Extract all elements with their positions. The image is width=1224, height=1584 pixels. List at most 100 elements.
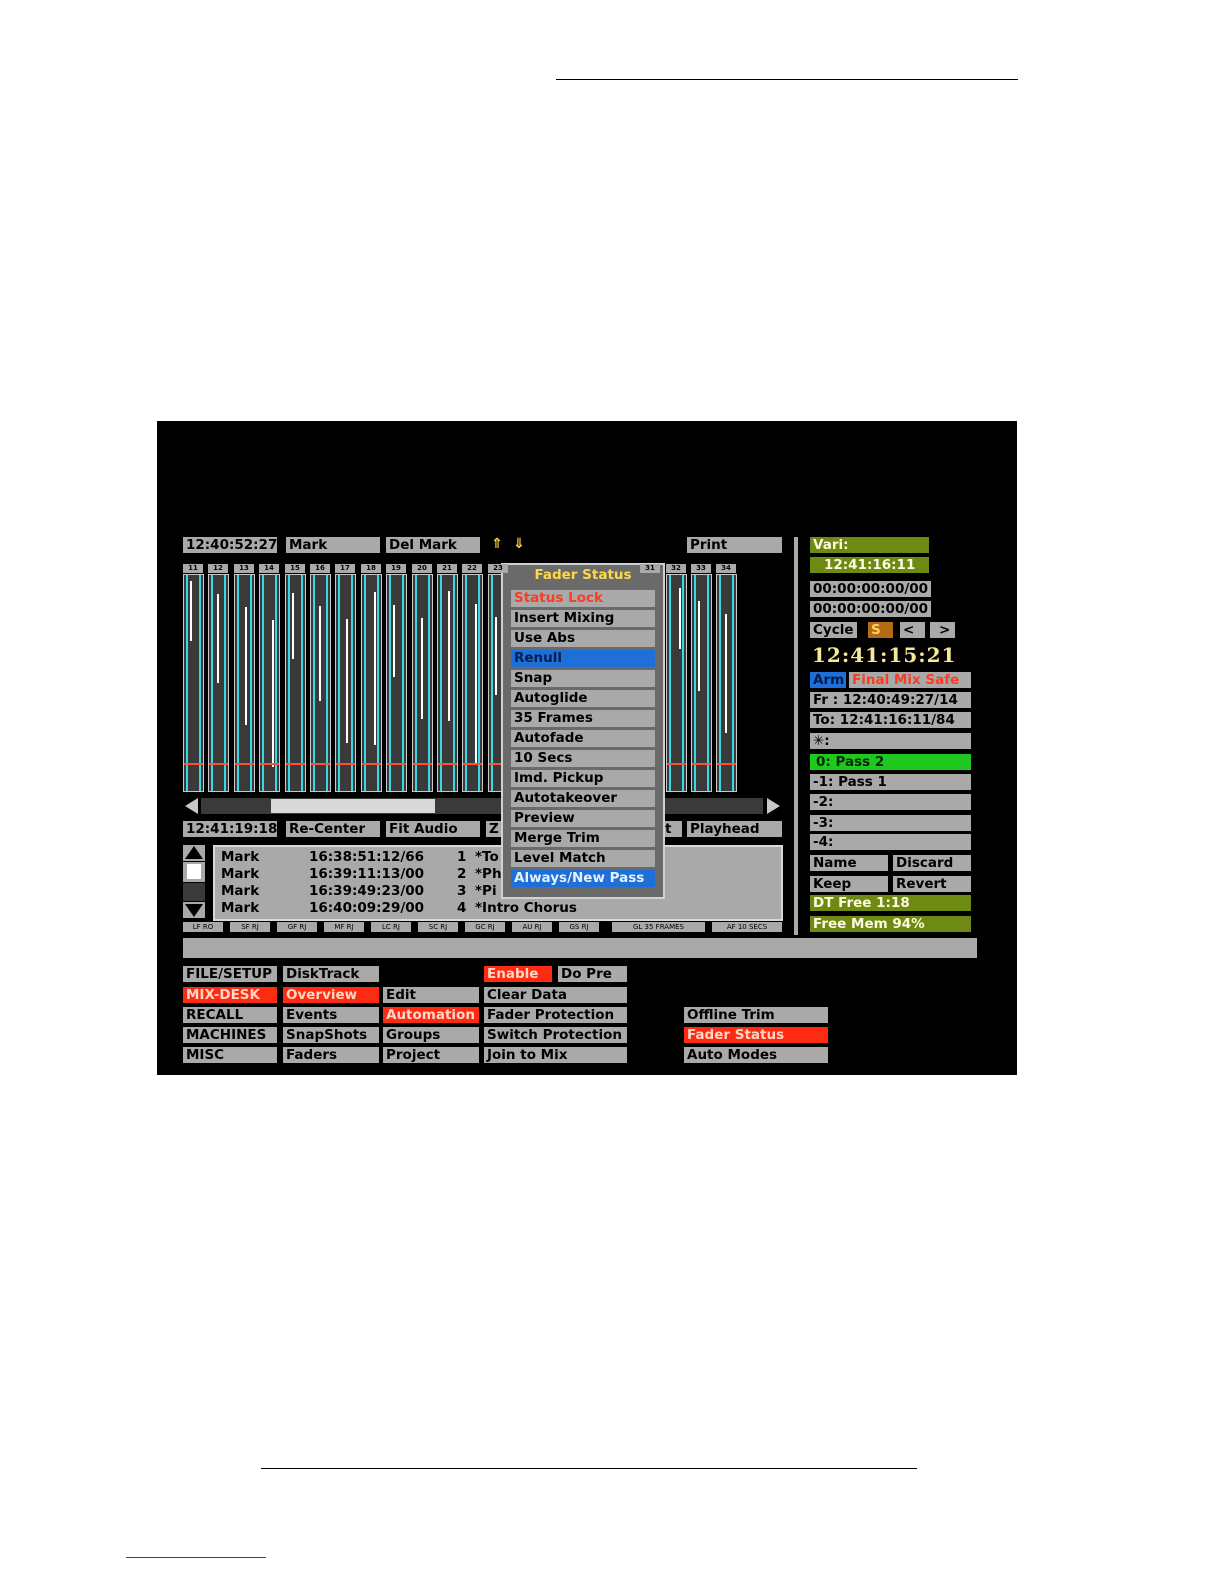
mark-button[interactable]: Mark — [286, 537, 380, 553]
menu-item-autoglide[interactable]: Autoglide — [511, 690, 655, 707]
menu-automation[interactable]: Automation — [383, 1007, 479, 1023]
name-button[interactable]: Name — [810, 855, 888, 871]
star-pass[interactable]: ✳: — [810, 733, 971, 749]
list-scroll-track[interactable] — [183, 883, 205, 901]
right-scroll-arrow-icon[interactable] — [767, 798, 780, 814]
discard-button[interactable]: Discard — [893, 855, 971, 871]
menu-item-merge-trim[interactable]: Merge Trim — [511, 830, 655, 847]
menu-file-setup[interactable]: FILE/SETUP — [183, 966, 277, 982]
partial-button[interactable]: t — [662, 821, 682, 837]
menu-misc[interactable]: MISC — [183, 1047, 277, 1063]
switch-protection-button[interactable]: Switch Protection — [484, 1027, 627, 1043]
fader-level-line — [364, 575, 366, 791]
track-number: 18 — [361, 564, 381, 573]
menu-item-use-abs[interactable]: Use Abs — [511, 630, 655, 647]
enable-button[interactable]: Enable — [484, 966, 552, 982]
fader-track[interactable] — [666, 574, 687, 792]
fader-track[interactable] — [335, 574, 356, 792]
s-button[interactable]: S — [868, 622, 893, 638]
print-button[interactable]: Print — [687, 537, 782, 553]
recenter-button[interactable]: Re-Center — [286, 821, 380, 837]
pass-0[interactable]: 0: Pass 2 — [810, 754, 971, 770]
keep-button[interactable]: Keep — [810, 876, 888, 892]
del-mark-button[interactable]: Del Mark — [386, 537, 480, 553]
fader-track[interactable] — [234, 574, 255, 792]
fader-track[interactable] — [310, 574, 331, 792]
fader-track[interactable] — [462, 574, 483, 792]
left-scroll-arrow-icon[interactable] — [185, 798, 198, 814]
fader-track[interactable] — [208, 574, 229, 792]
menu-machines[interactable]: MACHINES — [183, 1027, 277, 1043]
list-scroll-down-icon[interactable] — [183, 902, 205, 918]
menu-item-snap[interactable]: Snap — [511, 670, 655, 687]
menu-recall[interactable]: RECALL — [183, 1007, 277, 1023]
cycle-next-button[interactable]: > — [930, 622, 955, 638]
fader-track[interactable] — [259, 574, 280, 792]
menu-edit[interactable]: Edit — [383, 987, 479, 1003]
menu-faders[interactable]: Faders — [283, 1047, 379, 1063]
track-number: 20 — [412, 564, 432, 573]
fader-track[interactable] — [691, 574, 712, 792]
mark-index: 3 — [457, 883, 467, 899]
menu-item-10-secs[interactable]: 10 Secs — [511, 750, 655, 767]
scrollbar-thumb[interactable] — [271, 799, 435, 813]
list-scroll-up-icon[interactable] — [183, 845, 205, 861]
menu-item-autofade[interactable]: Autofade — [511, 730, 655, 747]
fader-status-button[interactable]: Fader Status — [684, 1027, 828, 1043]
do-pre-button[interactable]: Do Pre — [558, 966, 627, 982]
mark-index: 4 — [457, 900, 467, 916]
status-lc: LC RJ — [371, 922, 411, 932]
menu-disktrack[interactable]: DiskTrack — [283, 966, 379, 982]
footer-link-underline — [126, 1557, 266, 1558]
fader-track[interactable] — [716, 574, 737, 792]
menu-item-renull[interactable]: Renull — [511, 650, 655, 667]
fader-track[interactable] — [361, 574, 382, 792]
menu-item-preview[interactable]: Preview — [511, 810, 655, 827]
menu-item-level-match[interactable]: Level Match — [511, 850, 655, 867]
mark-time: 16:39:49:23/00 — [309, 883, 425, 899]
track-number: 21 — [437, 564, 457, 573]
mark-name: *Intro Chorus — [475, 900, 577, 916]
fader-level-line — [428, 575, 430, 791]
menu-item-status-lock[interactable]: Status Lock — [511, 590, 655, 607]
menu-item-35-frames[interactable]: 35 Frames — [511, 710, 655, 727]
menu-events[interactable]: Events — [283, 1007, 379, 1023]
arm-button[interactable]: Arm — [810, 672, 846, 688]
menu-groups[interactable]: Groups — [383, 1027, 479, 1043]
auto-modes-button[interactable]: Auto Modes — [684, 1047, 828, 1063]
menu-item-always-new-pass[interactable]: Always/New Pass — [511, 870, 655, 887]
fit-audio-button[interactable]: Fit Audio — [386, 821, 480, 837]
menu-mix-desk[interactable]: MIX-DESK — [183, 987, 277, 1003]
up-arrow-icon[interactable]: ⇑ — [491, 536, 503, 552]
menu-item-imd-pickup[interactable]: Imd. Pickup — [511, 770, 655, 787]
fader-track[interactable] — [386, 574, 407, 792]
pass-minus-2[interactable]: -2: — [810, 794, 971, 810]
fader-track[interactable] — [412, 574, 433, 792]
fader-track[interactable] — [285, 574, 306, 792]
playhead-button[interactable]: Playhead — [687, 821, 782, 837]
down-arrow-icon[interactable]: ⇓ — [513, 536, 525, 552]
menu-project[interactable]: Project — [383, 1047, 479, 1063]
fader-track[interactable] — [437, 574, 458, 792]
pass-minus-3[interactable]: -3: — [810, 815, 971, 831]
menu-item-insert-mixing[interactable]: Insert Mixing — [511, 610, 655, 627]
revert-button[interactable]: Revert — [893, 876, 971, 892]
clear-data-button[interactable]: Clear Data — [484, 987, 627, 1003]
fader-level-line — [402, 575, 404, 791]
menu-item-autotakeover[interactable]: Autotakeover — [511, 790, 655, 807]
automation-curve — [725, 614, 727, 733]
pass-minus-4[interactable]: -4: — [810, 834, 971, 850]
menu-overview[interactable]: Overview — [283, 987, 379, 1003]
list-scroll-thumb[interactable] — [183, 862, 205, 882]
fader-track[interactable] — [183, 574, 204, 792]
menu-snapshots[interactable]: SnapShots — [283, 1027, 379, 1043]
cycle-prev-button[interactable]: < — [900, 622, 925, 638]
offline-trim-button[interactable]: Offline Trim — [684, 1007, 828, 1023]
fader-level-line — [415, 575, 417, 791]
fader-protection-button[interactable]: Fader Protection — [484, 1007, 627, 1023]
join-to-mix-button[interactable]: Join to Mix — [484, 1047, 627, 1063]
pass-minus-1[interactable]: -1: Pass 1 — [810, 774, 971, 790]
cycle-button[interactable]: Cycle — [810, 622, 857, 638]
track-number: 11 — [183, 564, 203, 573]
final-mix-safe-button[interactable]: Final Mix Safe — [849, 672, 971, 688]
